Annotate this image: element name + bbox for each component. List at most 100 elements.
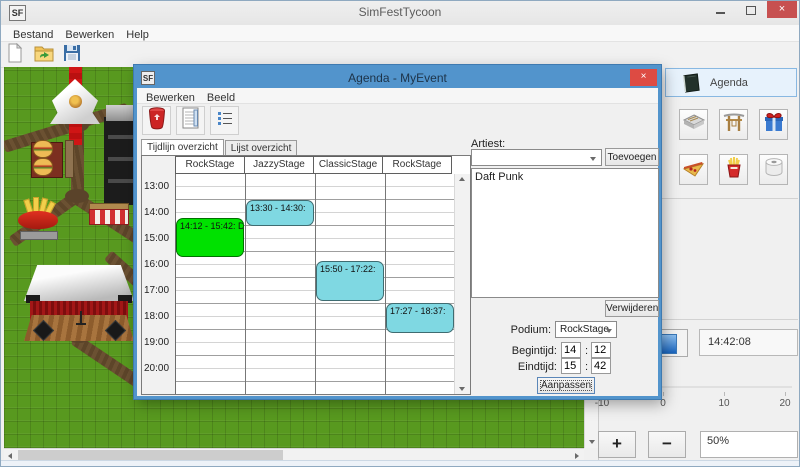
schedule-event[interactable]: 17:27 - 18:37: [386,303,454,333]
stage-column-header: ClassicStage [313,156,383,174]
artist-list[interactable]: Daft Punk [471,168,659,298]
main-menubar: BestandBewerkenHelp [1,25,799,42]
start-time-label: Begintijd: [505,345,557,357]
menu-bestand[interactable]: Bestand [7,27,59,43]
stage-columns-header: RockStageJazzyStageClassicStageRockStage [175,156,452,174]
open-button[interactable] [34,43,58,65]
agenda-button-label: Agenda [710,77,748,89]
delete-event-button[interactable] [142,106,171,135]
save-icon [62,50,82,67]
build-fries-button[interactable] [719,154,748,185]
hour-label: 16:00 [144,259,174,270]
agenda-book-icon [680,73,702,96]
toilet-paper-icon [762,155,786,184]
slider-tick [724,392,725,396]
hour-label: 20:00 [144,363,174,374]
schedule-event[interactable]: 13:30 - 14:30: [246,200,314,226]
schedule-event[interactable]: 14:12 - 15:42: Daft Punk [176,218,244,257]
dialog-titlebar[interactable]: SF Agenda - MyEvent × [137,68,658,88]
slider-tick-label: 20 [770,398,800,409]
build-toilet-button[interactable] [759,154,788,185]
slider-tick-label: 0 [648,398,678,409]
timeline-view-button[interactable] [176,106,205,135]
slider-tick-label: -10 [587,398,617,409]
hour-label: 14:00 [144,207,174,218]
dialog-menu-bewerken[interactable]: Bewerken [140,91,201,105]
open-folder-icon [34,50,54,67]
burger-icon [33,140,53,158]
new-file-button[interactable] [5,43,29,65]
scroll-down-button[interactable] [585,436,598,447]
podium-combobox[interactable]: RockStage [555,321,617,338]
start-hour-input[interactable] [561,342,581,358]
main-stage[interactable] [24,265,134,353]
dialog-close-button[interactable]: × [630,69,657,86]
statusbar [1,460,799,467]
menu-bewerken[interactable]: Bewerken [59,27,120,43]
pizza-icon [682,155,706,184]
minimize-icon [716,12,725,14]
window-title: SimFestTycoon [1,5,799,19]
end-minute-input[interactable] [591,358,611,374]
hour-label: 15:00 [144,233,174,244]
slider-tick-label: 10 [709,398,739,409]
start-minute-input[interactable] [591,342,611,358]
schedule-scrollbar[interactable] [454,174,470,394]
end-time-label: Eindtijd: [505,361,557,373]
maximize-button[interactable] [736,1,765,18]
agenda-doc-icon [180,106,202,135]
scrollbar-thumb[interactable] [18,450,283,460]
titlebar[interactable]: SF SimFestTycoon × [1,1,799,26]
bullet-list-icon [214,107,236,134]
schedule-body[interactable] [175,174,455,394]
burger-stand[interactable] [31,138,77,178]
remove-artist-button[interactable]: Verwijderen [605,300,659,317]
minimize-button[interactable] [706,1,735,18]
add-artist-button[interactable]: Toevoegen [605,148,659,166]
agenda-button[interactable]: Agenda [665,68,797,97]
build-gift-button[interactable] [759,109,788,140]
fries-stand[interactable] [16,197,60,243]
hour-label: 18:00 [144,311,174,322]
list-view-button[interactable] [210,106,239,135]
hour-label: 13:00 [144,181,174,192]
build-pizza-button[interactable] [679,154,708,185]
torii-gate-icon [722,110,746,139]
popcorn-stand[interactable] [89,203,127,228]
stage-column-header: JazzyStage [244,156,314,174]
save-button[interactable] [62,43,86,65]
chevron-down-icon [590,157,596,161]
podium-combobox-value: RockStage [560,324,609,335]
zoom-in-button[interactable]: + [598,431,636,458]
stage-column-header: RockStage [175,156,245,174]
fries-icon [722,155,746,184]
hour-label: 17:00 [144,285,174,296]
zoom-level: 50% [700,431,798,458]
artist-combobox[interactable] [471,149,602,166]
agenda-dialog: SF Agenda - MyEvent × BewerkenBeeld Tijd… [134,65,661,399]
podium-label: Podium: [507,324,551,336]
slider-tick [663,392,664,396]
path-junction [65,189,89,203]
close-button[interactable]: × [767,1,797,18]
end-hour-input[interactable] [561,358,581,374]
tent[interactable] [50,79,100,124]
apply-button[interactable]: Aanpassen [537,377,595,394]
microphone-icon [80,311,82,325]
map-horizontal-scrollbar[interactable] [4,448,584,460]
time-colon: : [585,361,588,373]
schedule-event[interactable]: 15:50 - 17:22: [316,261,384,301]
menu-help[interactable]: Help [120,27,155,43]
chevron-down-icon [606,329,612,333]
dialog-menu-beeld[interactable]: Beeld [201,91,241,105]
zoom-out-button[interactable]: − [648,431,686,458]
build-stage-button[interactable] [679,109,708,140]
build-gate-button[interactable] [719,109,748,140]
hour-label: 19:00 [144,337,174,348]
slider-tick [785,392,786,396]
dialog-menubar: BewerkenBeeld [137,88,658,104]
burger-icon [33,158,53,176]
black-stage[interactable] [104,117,138,205]
game-clock: 14:42:08 [699,329,798,356]
artist-list-item[interactable]: Daft Punk [472,169,658,185]
